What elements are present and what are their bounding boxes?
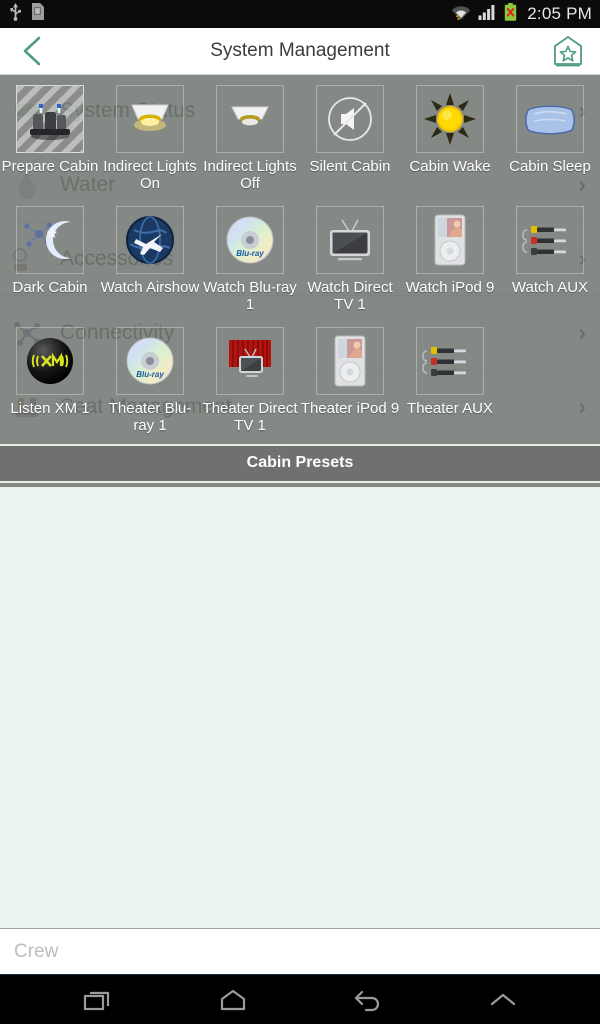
home-star-icon[interactable] — [546, 31, 590, 71]
up-chevron-icon[interactable] — [474, 978, 532, 1022]
presets-grid: Prepare Cabin Indirect Lights On Indirec… — [0, 81, 600, 440]
android-nav-bar — [0, 975, 600, 1024]
section-header-cabin-presets: Cabin Presets — [0, 444, 600, 483]
svg-text:Blu-ray: Blu-ray — [136, 370, 164, 379]
preset-tile-label: Prepare Cabin — [1, 158, 99, 175]
preset-tile-indirect-lights-off[interactable]: Indirect Lights Off — [200, 81, 300, 198]
bluray-disc-icon: Blu-ray — [116, 327, 184, 395]
status-bar: 2:05 PM — [0, 0, 600, 28]
preset-tile-indirect-lights-on[interactable]: Indirect Lights On — [100, 81, 200, 198]
pillow-icon — [516, 85, 584, 153]
battery-error-icon — [504, 2, 517, 26]
cabin-seats-icon — [16, 85, 84, 153]
moon-stars-icon — [16, 206, 84, 274]
preset-tile-label: Theater AUX — [407, 400, 493, 417]
preset-tile-prepare-cabin[interactable]: Prepare Cabin — [0, 81, 100, 198]
preset-tile-theater-aux[interactable]: Theater AUX — [400, 323, 500, 440]
status-bar-right: 2:05 PM — [451, 2, 592, 26]
preset-tile-theater-bluray-1[interactable]: Blu-ray Theater Blu-ray 1 — [100, 323, 200, 440]
downlight-off-icon — [216, 85, 284, 153]
sd-card-icon — [30, 3, 45, 25]
theater-curtain-icon — [216, 327, 284, 395]
cabin-presets-overlay: Prepare Cabin Indirect Lights On Indirec… — [0, 75, 600, 487]
recents-icon[interactable] — [69, 978, 127, 1022]
preset-tile-label: Watch Blu-ray 1 — [203, 279, 297, 313]
ipod-icon — [416, 206, 484, 274]
mute-speaker-icon — [316, 85, 384, 153]
crew-field[interactable]: Crew — [0, 928, 600, 975]
preset-tile-label: Theater Direct TV 1 — [202, 400, 298, 434]
crew-field-label: Crew — [14, 940, 59, 962]
preset-tile-label: Dark Cabin — [12, 279, 88, 296]
preset-tile-watch-aux[interactable]: Watch AUX — [500, 202, 600, 319]
preset-tile-watch-direct-tv-1[interactable]: Watch Direct TV 1 — [300, 202, 400, 319]
preset-tile-label: Listen XM 1 — [10, 400, 90, 417]
app-header: System Management — [0, 28, 600, 75]
downlight-on-icon — [116, 85, 184, 153]
preset-tile-label: Watch iPod 9 — [405, 279, 495, 296]
svg-text:Blu-ray: Blu-ray — [236, 249, 264, 258]
content-area: System Status › Water › Accessories › — [0, 75, 600, 928]
airshow-globe-icon — [116, 206, 184, 274]
preset-tile-listen-xm-1[interactable]: Listen XM 1 — [0, 323, 100, 440]
preset-tile-watch-airshow[interactable]: Watch Airshow — [100, 202, 200, 319]
preset-tile-watch-ipod-9[interactable]: Watch iPod 9 — [400, 202, 500, 319]
preset-tile-watch-bluray-1[interactable]: Blu-ray Watch Blu-ray 1 — [200, 202, 300, 319]
preset-tile-dark-cabin[interactable]: Dark Cabin — [0, 202, 100, 319]
status-bar-left — [8, 2, 45, 26]
aux-cables-icon — [516, 206, 584, 274]
aux-cables-icon — [416, 327, 484, 395]
home-icon[interactable] — [204, 978, 262, 1022]
preset-tile-label: Cabin Sleep — [509, 158, 591, 175]
preset-tile-label: Watch Airshow — [100, 279, 200, 296]
preset-tile-label: Indirect Lights Off — [203, 158, 297, 192]
preset-tile-label: Theater Blu-ray 1 — [108, 400, 192, 434]
usb-icon — [8, 2, 23, 26]
sun-icon — [416, 85, 484, 153]
preset-tile-theater-direct-tv-1[interactable]: Theater Direct TV 1 — [200, 323, 300, 440]
app-screen: 2:05 PM System Management Prepare Cabin … — [0, 0, 600, 1024]
status-bar-clock: 2:05 PM — [527, 4, 592, 23]
preset-tile-label: Watch Direct TV 1 — [307, 279, 393, 313]
preset-tile-label: Silent Cabin — [309, 158, 391, 175]
preset-tile-theater-ipod-9[interactable]: Theater iPod 9 — [300, 323, 400, 440]
television-icon — [316, 206, 384, 274]
bluray-disc-icon: Blu-ray — [216, 206, 284, 274]
preset-tile-cabin-wake[interactable]: Cabin Wake — [400, 81, 500, 198]
preset-tile-label: Watch AUX — [511, 279, 589, 296]
xm-radio-icon — [16, 327, 84, 395]
ipod-icon — [316, 327, 384, 395]
wifi-icon — [451, 3, 471, 26]
back-chevron-icon[interactable] — [10, 31, 54, 71]
back-icon[interactable] — [339, 978, 397, 1022]
preset-tile-cabin-sleep[interactable]: Cabin Sleep — [500, 81, 600, 198]
preset-tile-silent-cabin[interactable]: Silent Cabin — [300, 81, 400, 198]
preset-tile-label: Indirect Lights On — [103, 158, 197, 192]
preset-tile-label: Theater iPod 9 — [300, 400, 400, 417]
page-title: System Management — [210, 40, 390, 61]
signal-icon — [478, 4, 497, 25]
preset-tile-label: Cabin Wake — [409, 158, 491, 175]
